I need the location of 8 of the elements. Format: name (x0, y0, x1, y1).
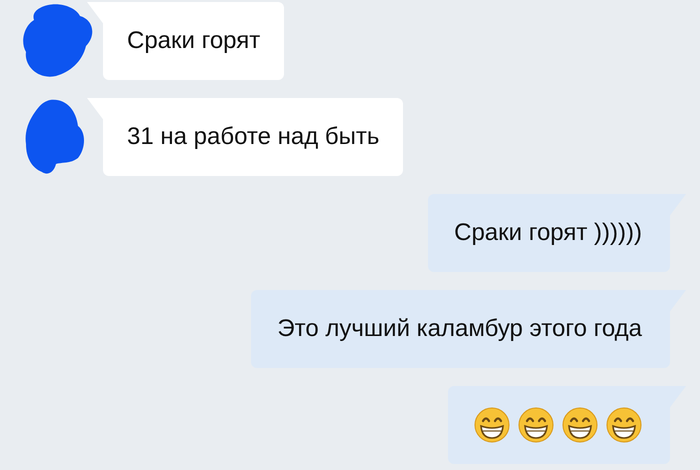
message-text: Сраки горят )))))) (454, 219, 642, 247)
grinning-emoji-icon (518, 407, 554, 443)
grinning-emoji-icon (606, 407, 642, 443)
message-text: 31 на работе над быть (127, 123, 380, 151)
message-text: Это лучший каламбур этого года (277, 315, 642, 343)
grinning-emoji-icon (474, 407, 510, 443)
grinning-emoji-icon (562, 407, 598, 443)
message-text: Сраки горят (127, 27, 260, 55)
